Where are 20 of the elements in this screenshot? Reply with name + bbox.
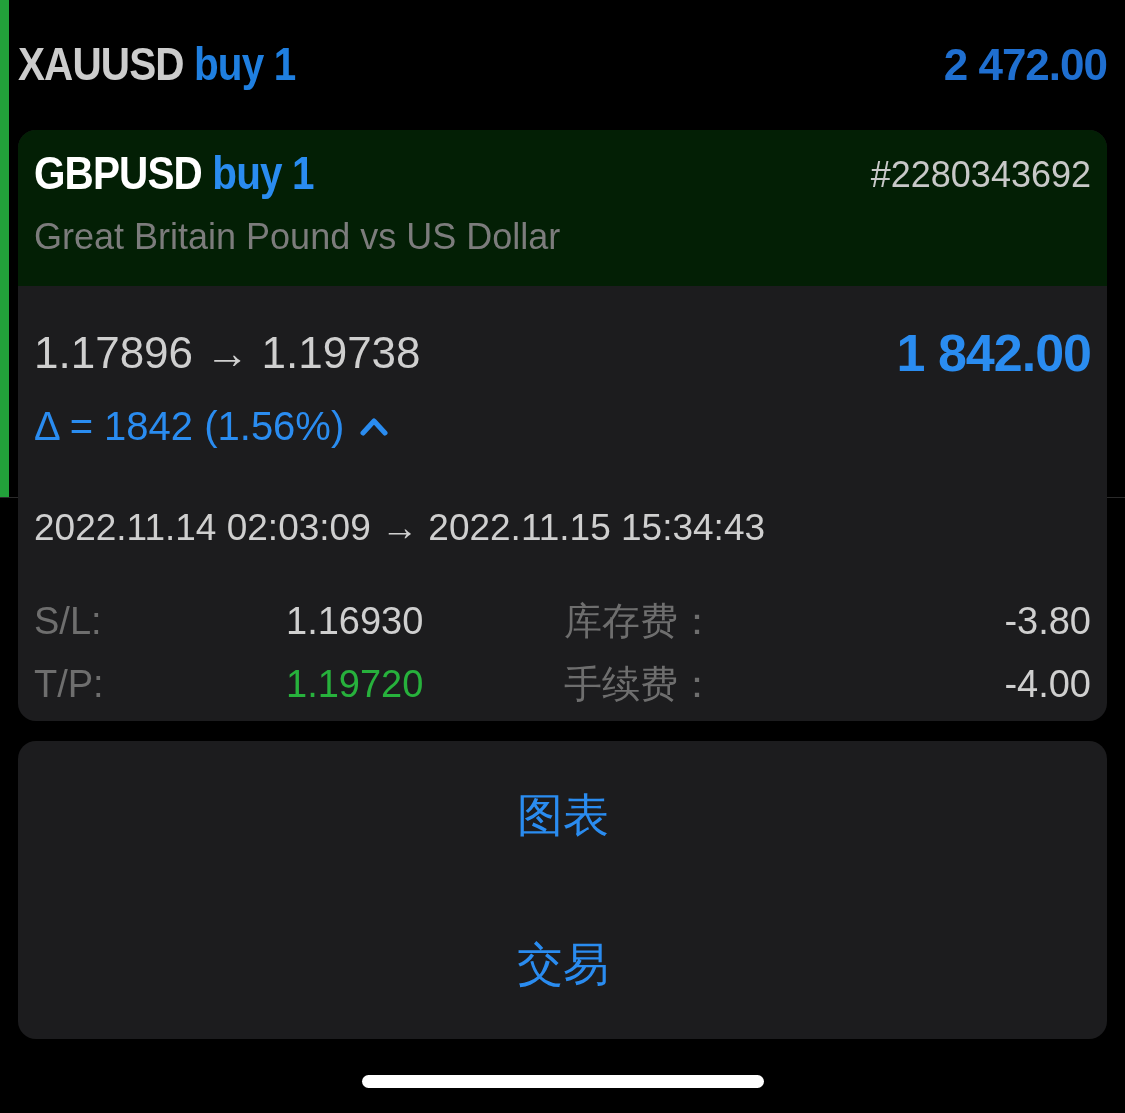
detail-value: 1.19720 (286, 663, 425, 707)
ticket-number: #2280343692 (870, 153, 1091, 197)
trade-profit: 2 472.00 (943, 38, 1107, 91)
action-button[interactable]: 图表 (18, 740, 1107, 890)
position-profit: 1 842.00 (896, 323, 1091, 384)
detail-label: T/P: (34, 663, 105, 707)
detail-value: -3.80 (1003, 599, 1091, 644)
price-delta: Δ = 1842 (1.56%) (34, 403, 345, 450)
detail-value: 1.16930 (286, 599, 425, 644)
detail-label: 手续费： (564, 663, 717, 707)
detail-label: S/L: (34, 599, 103, 644)
trade-symbol: XAUUSD buy 1 (18, 37, 296, 92)
detail-value: -4.00 (1003, 663, 1091, 707)
position-symbol: GBPUSD buy 1 (34, 148, 314, 199)
symbol-description: Great Britain Pound vs US Dollar (34, 215, 562, 259)
chevron-up-icon[interactable] (360, 416, 389, 436)
price-range: 1.17896 → 1.19738 (34, 327, 421, 379)
detail-label: 库存费： (564, 599, 717, 644)
action-button[interactable]: 交易 (18, 889, 1107, 1039)
open-close-times: 2022.11.14 02:03:09 → 2022.11.15 15:34:43 (34, 506, 767, 550)
